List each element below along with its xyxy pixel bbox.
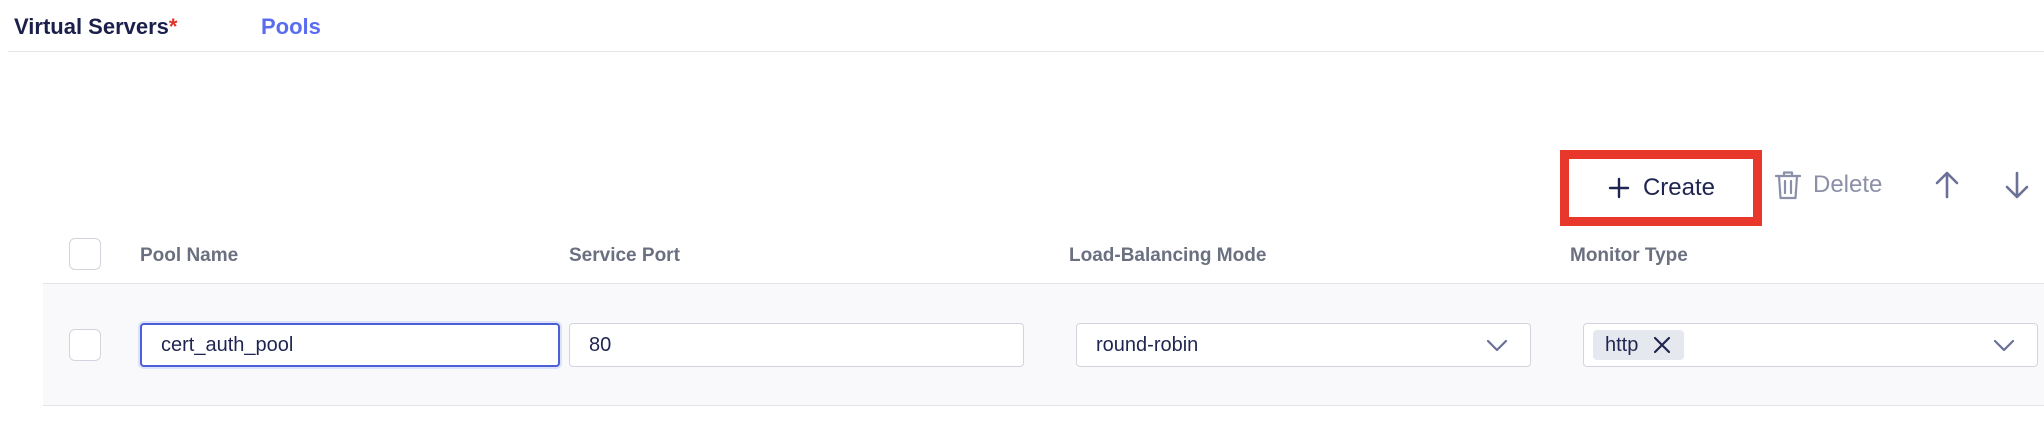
remove-tag-icon[interactable] bbox=[1652, 335, 1672, 355]
column-header-pool-name: Pool Name bbox=[140, 245, 239, 266]
trash-icon bbox=[1774, 171, 1802, 200]
lb-mode-value: round-robin bbox=[1096, 333, 1199, 356]
tab-virtual-servers-label: Virtual Servers bbox=[14, 14, 169, 39]
tab-virtual-servers[interactable]: Virtual Servers* bbox=[14, 14, 177, 40]
column-header-monitor-type: Monitor Type bbox=[1570, 245, 1688, 266]
required-asterisk: * bbox=[168, 14, 178, 39]
select-all-checkbox[interactable] bbox=[69, 238, 101, 270]
monitor-type-tag-label: http bbox=[1605, 333, 1639, 356]
move-up-button[interactable] bbox=[1930, 168, 1964, 202]
service-port-input[interactable]: 80 bbox=[569, 323, 1024, 367]
arrow-down-icon bbox=[2005, 171, 2029, 199]
tab-bar: Virtual Servers* Pools bbox=[8, 0, 2044, 52]
pool-name-input[interactable]: cert_auth_pool bbox=[140, 323, 560, 367]
tab-pools[interactable]: Pools bbox=[261, 14, 321, 40]
arrow-up-icon bbox=[1935, 171, 1959, 199]
create-button-label: Create bbox=[1642, 174, 1716, 201]
delete-button-label: Delete bbox=[1813, 171, 1883, 198]
create-button[interactable]: Create bbox=[1560, 150, 1762, 226]
row-checkbox[interactable] bbox=[69, 329, 101, 361]
delete-button[interactable]: Delete bbox=[1773, 166, 1882, 204]
table-header: Pool Name Service Port Load-Balancing Mo… bbox=[43, 230, 2044, 284]
monitor-type-tag: http bbox=[1593, 330, 1685, 360]
pool-name-value: cert_auth_pool bbox=[161, 333, 294, 356]
column-header-lb-mode: Load-Balancing Mode bbox=[1069, 245, 1267, 266]
monitor-type-select[interactable]: http bbox=[1583, 323, 2038, 367]
plus-icon bbox=[1608, 177, 1630, 199]
table-row: cert_auth_pool 80 round-robin http bbox=[43, 284, 2044, 406]
column-header-service-port: Service Port bbox=[569, 245, 680, 266]
service-port-value: 80 bbox=[589, 333, 612, 356]
move-down-button[interactable] bbox=[2000, 168, 2034, 202]
chevron-down-icon bbox=[1993, 339, 2015, 352]
chevron-down-icon bbox=[1486, 339, 1508, 352]
lb-mode-select[interactable]: round-robin bbox=[1076, 323, 1531, 367]
